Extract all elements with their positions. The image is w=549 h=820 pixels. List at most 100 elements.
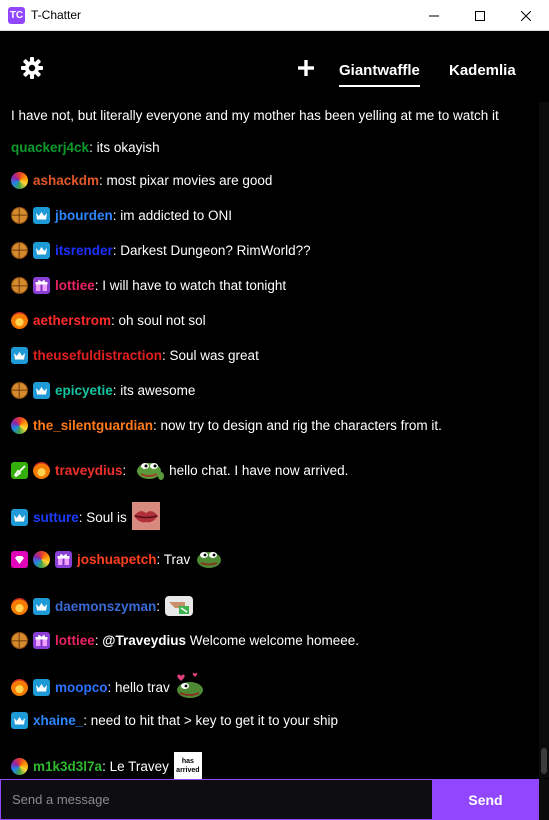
chat-message: theusefuldistraction: Soul was great (11, 347, 259, 364)
chat-message: joshuapetch: Trav (11, 547, 223, 572)
chat-username[interactable]: daemonszyman (55, 599, 156, 614)
chat-username[interactable]: traveydius (55, 463, 123, 478)
tab-giantwaffle[interactable]: Giantwaffle (339, 62, 420, 87)
close-icon (521, 10, 531, 21)
chat-message: itsrender: Darkest Dungeon? RimWorld?? (11, 242, 311, 259)
flame-badge-icon (11, 679, 28, 696)
message-bar: Send (0, 779, 549, 820)
gear-icon[interactable] (20, 56, 44, 80)
chat-username[interactable]: quackerj4ck (11, 140, 89, 155)
tab-kademlia[interactable]: Kademlia (449, 62, 516, 79)
chat-message: aetherstrom: oh soul not sol (11, 312, 206, 329)
flame-badge-icon (11, 312, 28, 329)
chat-username[interactable]: joshuapetch (77, 552, 157, 567)
chat-text: : Soul was great (162, 348, 259, 363)
has-arrived-emote-icon: has arrived (173, 752, 202, 780)
chat-message: traveydius: hello chat. I have now arriv… (11, 457, 348, 484)
chat-username[interactable]: epicyetie (55, 383, 113, 398)
waffle-badge-icon (11, 242, 28, 259)
chat-username[interactable]: moopco (55, 680, 108, 695)
window-title: T-Chatter (31, 8, 82, 22)
chat-username[interactable]: lottiee (55, 633, 95, 648)
chat-message: lottiee: I will have to watch that tonig… (11, 277, 286, 294)
waffle-badge-icon (11, 382, 28, 399)
chat-text: : need to hit that > key to get it to yo… (83, 713, 339, 728)
rainbow-badge-icon (11, 757, 28, 775)
chat-scrollbar[interactable] (539, 102, 549, 778)
add-channel-icon[interactable] (296, 58, 316, 78)
scrollbar-track-bottom (539, 779, 549, 820)
chat-text: : (94, 633, 103, 648)
send-button[interactable]: Send (432, 779, 539, 820)
gift-badge-icon (55, 551, 72, 568)
app-icon: TC (8, 7, 25, 24)
chat-message: daemonszyman: (11, 592, 194, 621)
prime-badge-icon (11, 712, 28, 729)
rainbow-badge-icon (33, 551, 50, 568)
chat-text: : Le Travey (102, 758, 169, 774)
flame-badge-icon (11, 598, 28, 615)
prime-badge-icon (33, 242, 50, 259)
flame-badge-icon (33, 462, 50, 479)
chat-message: lottiee: @Traveydius Welcome welcome hom… (11, 632, 359, 649)
chat-username[interactable]: m1k3d3l7a (33, 759, 102, 774)
chat-text: I have not, but literally everyone and m… (11, 108, 499, 123)
chat-text: : its okayish (89, 140, 160, 155)
rainbow-badge-icon (11, 172, 28, 189)
chat-username[interactable]: the_silentguardian (33, 418, 153, 433)
chat-username[interactable]: theusefuldistraction (33, 348, 162, 363)
chat-text: : oh soul not sol (111, 313, 206, 328)
rainbow-badge-icon (11, 417, 28, 434)
chat-message: moopco: hello trav (11, 672, 205, 703)
chat-text: : (156, 599, 161, 614)
prime-badge-icon (33, 679, 50, 696)
chat-text-continued: hello chat. I have now arrived. (169, 463, 349, 478)
chat-text: : (122, 463, 131, 478)
prime-badge-icon (33, 207, 50, 224)
chat-username[interactable]: itsrender (55, 243, 113, 258)
chat-message: m1k3d3l7a: Le Travey has arrived (11, 752, 202, 780)
chat-message: sutture: Soul is (11, 502, 160, 533)
prime-badge-icon (11, 347, 28, 364)
chat-header: Giantwaffle Kademlia (0, 32, 549, 102)
minimize-icon (429, 15, 439, 16)
chat-username[interactable]: jbourden (55, 208, 113, 223)
chat-username[interactable]: ashackdm (33, 173, 99, 188)
chat-text: : most pixar movies are good (99, 173, 273, 188)
chat-text: : now try to design and rig the characte… (153, 418, 442, 433)
maximize-icon (475, 10, 485, 21)
message-input[interactable] (0, 779, 432, 820)
waffle-badge-icon (11, 632, 28, 649)
pepe-wave-emote-icon (135, 457, 165, 484)
chat-username[interactable]: sutture (33, 510, 79, 525)
chat-username[interactable]: lottiee (55, 278, 95, 293)
chat-text: : Trav (156, 552, 191, 567)
emote-caption: arrived (176, 767, 200, 774)
chat-text-continued: @Traveydius Welcome welcome homeee. (102, 633, 360, 648)
chat-message: epicyetie: its awesome (11, 382, 195, 399)
chat-message: jbourden: im addicted to ONI (11, 207, 232, 224)
close-button[interactable] (503, 0, 549, 31)
chat-text: : I will have to watch that tonight (94, 278, 287, 293)
lips-emote-icon (131, 502, 160, 533)
pepe-emote-icon (195, 547, 223, 572)
chat-message: I have not, but literally everyone and m… (11, 108, 499, 123)
prime-badge-icon (33, 598, 50, 615)
minimize-button[interactable] (411, 0, 457, 31)
chat-message: quackerj4ck: its okayish (11, 140, 160, 155)
chat-text: : Darkest Dungeon? RimWorld?? (112, 243, 311, 258)
prime-badge-icon (11, 509, 28, 526)
chat-username[interactable]: xhaine_ (33, 713, 83, 728)
emote-caption: has (181, 758, 194, 765)
chat-text: : im addicted to ONI (112, 208, 233, 223)
maximize-button[interactable] (457, 0, 503, 31)
waffle-badge-icon (11, 277, 28, 294)
title-bar: TC T-Chatter (0, 0, 549, 31)
chat-username[interactable]: aetherstrom (33, 313, 111, 328)
chat-message: xhaine_: need to hit that > key to get i… (11, 712, 338, 729)
scrollbar-thumb[interactable] (541, 748, 547, 774)
chat-message: the_silentguardian: now try to design an… (11, 417, 442, 434)
chat-text: : its awesome (112, 383, 196, 398)
sword-badge-icon (11, 462, 28, 479)
chat-text: : Soul is (78, 510, 127, 525)
